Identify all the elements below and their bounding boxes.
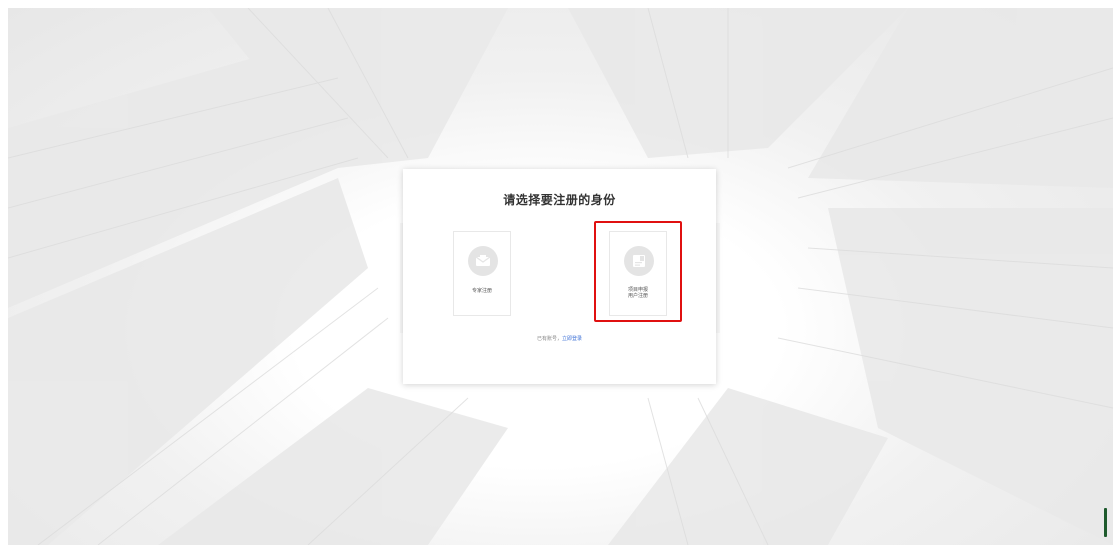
login-link[interactable]: 立即登录: [562, 336, 582, 342]
envelope-icon: [468, 246, 498, 276]
page-top-border: [0, 0, 1113, 8]
expert-register-label: 专家注册: [471, 288, 492, 294]
login-prompt-line: 已有账号，立即登录: [403, 335, 716, 342]
login-prompt-text: 已有账号，: [536, 336, 562, 342]
modal-title: 请选择要注册的身份: [503, 193, 616, 207]
page-left-border: [0, 0, 8, 545]
highlight-box: [594, 221, 682, 322]
expert-register-card[interactable]: 专家注册: [453, 231, 511, 316]
scrollbar-thumb[interactable]: [1104, 508, 1107, 537]
